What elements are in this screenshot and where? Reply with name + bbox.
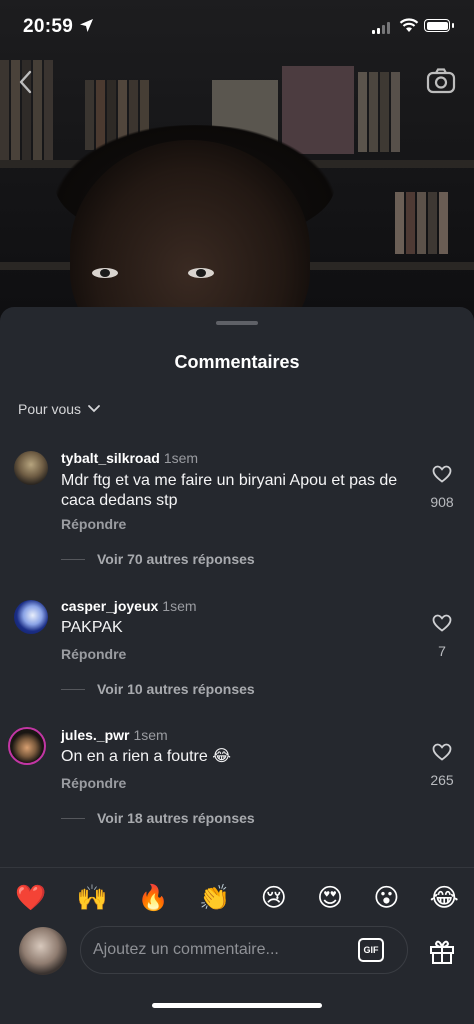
like-button[interactable]: 908 (422, 465, 462, 510)
comment-text: On en a rien a foutre 😂 (61, 748, 231, 765)
comment-username[interactable]: casper_joyeux 1sem (61, 598, 197, 614)
avatar[interactable] (14, 451, 48, 485)
view-replies-button[interactable]: Voir 70 autres réponses (61, 551, 255, 567)
view-replies-button[interactable]: Voir 18 autres réponses (61, 810, 255, 826)
reply-button[interactable]: Répondre (61, 775, 126, 791)
like-count: 265 (430, 772, 454, 788)
reply-button[interactable]: Répondre (61, 516, 126, 532)
reaction-raised-hands[interactable]: 🙌 (77, 884, 108, 913)
reaction-crying[interactable]: 😢 (261, 883, 287, 913)
comment-text: Mdr ftg et va me faire un biryani Apou e… (61, 472, 398, 509)
quick-reactions-bar: ❤️ 🙌 🔥 👏 😢 😍 😮 😂 (0, 867, 474, 928)
current-user-avatar[interactable] (19, 927, 67, 975)
sort-filter-dropdown[interactable]: Pour vous (18, 401, 101, 417)
like-button[interactable]: 7 (422, 614, 462, 659)
heart-outline-icon (432, 743, 452, 761)
comments-sheet: Commentaires Pour vous tybalt_silkroad 1s… (0, 307, 474, 1024)
reaction-laughing[interactable]: 😂 (430, 883, 459, 913)
camera-icon[interactable] (426, 67, 456, 95)
comment-time: 1sem (133, 727, 168, 743)
avatar-story-ring[interactable] (8, 727, 46, 765)
reply-button[interactable]: Répondre (61, 646, 126, 662)
comment-text: PAKPAK (61, 619, 123, 636)
eye (188, 268, 214, 278)
comment-time: 1sem (162, 598, 197, 614)
reaction-surprised[interactable]: 😮 (373, 883, 399, 913)
view-replies-button[interactable]: Voir 10 autres réponses (61, 681, 255, 697)
back-chevron-icon[interactable] (14, 68, 38, 96)
wifi-icon (399, 18, 419, 32)
location-arrow-icon (80, 19, 93, 32)
gift-icon[interactable] (428, 937, 456, 965)
sheet-title: Commentaires (174, 352, 300, 372)
comment-username[interactable]: tybalt_silkroad 1sem (61, 450, 198, 466)
gif-button[interactable]: GIF (358, 938, 384, 962)
comment-username[interactable]: jules._pwr 1sem (61, 727, 168, 743)
status-bar: 20:59 (0, 0, 474, 52)
comment-time: 1sem (163, 450, 199, 466)
like-count: 7 (438, 643, 446, 659)
like-button[interactable]: 265 (422, 743, 462, 788)
like-count: 908 (430, 494, 454, 510)
comment-input-placeholder: Ajoutez un commentaire... (93, 941, 279, 958)
poster (282, 66, 354, 154)
reaction-heart-eyes[interactable]: 😍 (317, 883, 343, 913)
status-time: 20:59 (23, 16, 74, 37)
chevron-down-icon (88, 405, 100, 413)
drag-handle[interactable] (216, 321, 258, 325)
heart-outline-icon (432, 465, 452, 483)
reaction-fire[interactable]: 🔥 (138, 884, 169, 913)
cellular-signal-icon (372, 22, 390, 34)
reaction-heart[interactable]: ❤️ (15, 884, 46, 913)
avatar[interactable] (14, 600, 48, 634)
battery-icon (424, 19, 454, 32)
home-indicator[interactable] (152, 1003, 322, 1008)
heart-outline-icon (432, 614, 452, 632)
reaction-clap[interactable]: 👏 (199, 884, 230, 913)
eye (92, 268, 118, 278)
filter-label: Pour vous (18, 401, 82, 417)
